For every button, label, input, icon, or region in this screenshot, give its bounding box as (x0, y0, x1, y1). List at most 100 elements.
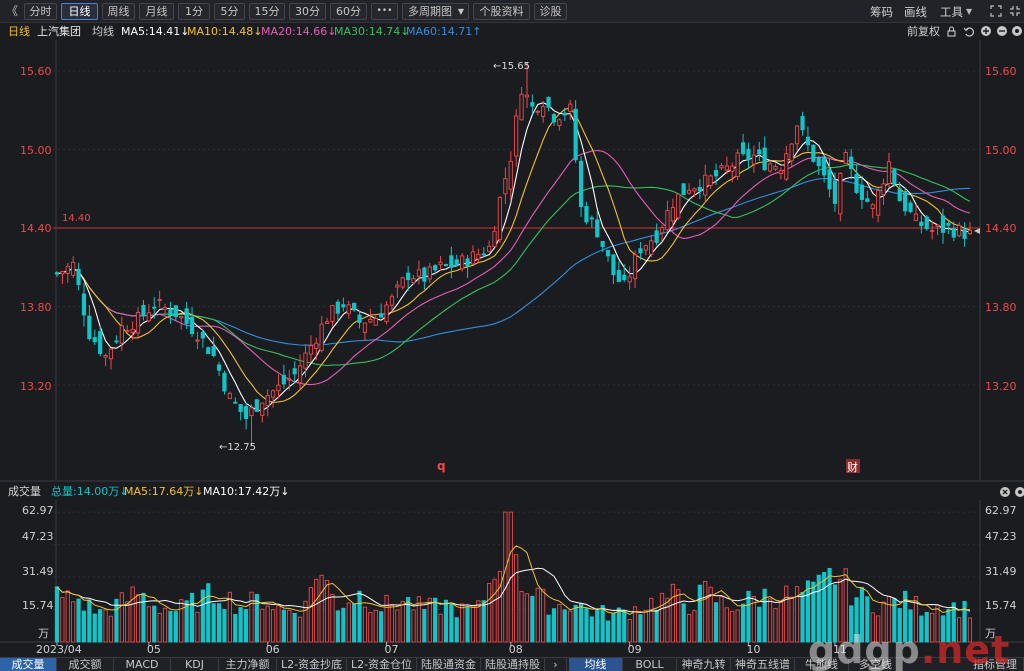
volume-tick-right: 47.23 (985, 530, 1017, 543)
tab-ma[interactable]: 均线 (569, 658, 623, 671)
volume-bar-down (211, 603, 216, 643)
tab-nine-turn[interactable]: 神奇九转 (677, 658, 731, 671)
candle-down (654, 230, 659, 243)
ma10-line (56, 107, 971, 404)
volume-tick-right: 62.97 (985, 504, 1017, 517)
candle-up (270, 390, 276, 398)
candle-down (740, 142, 746, 154)
volume-bar-up (146, 606, 151, 643)
candle-down (713, 170, 719, 177)
tab-northbound-hold[interactable]: 陆股通持股 (481, 658, 545, 671)
tab-15min[interactable]: 15分 (249, 3, 285, 20)
tab-1min[interactable]: 1分 (178, 3, 210, 20)
volume-tick-left: 31.49 (22, 565, 54, 578)
candle-down (865, 198, 870, 202)
tab-five-line[interactable]: 神奇五线谱 (731, 658, 795, 671)
zoom-out-icon[interactable] (996, 25, 1008, 37)
tab-northbound-fund[interactable]: 陆股通资金 (417, 658, 481, 671)
volume-tick-left: 15.74 (22, 599, 54, 612)
volume-bar-down (238, 607, 243, 643)
candle-down (546, 97, 551, 108)
tab-30min[interactable]: 30分 (289, 3, 326, 20)
tab-weekly[interactable]: 周线 (102, 3, 135, 20)
candle-up (767, 163, 773, 172)
draw-line-button[interactable]: 画线 (904, 4, 927, 20)
tab-daily[interactable]: 日线 (61, 3, 98, 20)
candle-down (805, 136, 811, 146)
settings-icon[interactable] (1011, 25, 1023, 37)
volume-bar-up (470, 604, 476, 643)
expand-icon[interactable] (990, 5, 1002, 17)
candle-up (957, 225, 962, 237)
tab-boll[interactable]: BOLL (623, 658, 677, 671)
candle-up (935, 224, 940, 227)
volume-bar-down (443, 599, 449, 643)
tab-fenshi[interactable]: 分时 (24, 3, 57, 20)
shrink-icon[interactable] (1009, 5, 1021, 17)
volume-bar-up (427, 597, 432, 643)
candle-up (71, 261, 76, 276)
candle-up (249, 407, 254, 417)
price-chart[interactable]: 15.60 15.00 14.40 13.80 13.20 15.60 15.0… (0, 40, 1024, 482)
volume-bar-down (638, 614, 643, 643)
candle-down (811, 144, 816, 162)
tab-main-net[interactable]: 主力净额 (219, 658, 277, 671)
tab-l2-position[interactable]: L2-资金仓位 (347, 658, 417, 671)
tools-dropdown-icon[interactable]: ▼ (966, 3, 972, 20)
diagnose-button[interactable]: 诊股 (534, 3, 567, 20)
price-tick-left: 14.40 (20, 222, 52, 235)
ma-label[interactable]: 均线 (92, 23, 114, 40)
tabs-scroll-right-icon[interactable]: › (545, 658, 567, 671)
candle-up (65, 265, 70, 274)
more-periods-button[interactable]: ••• (371, 3, 398, 20)
volume-bar-up (535, 587, 540, 643)
candle-up (703, 174, 708, 196)
volume-bar-down (713, 602, 719, 643)
stock-info-button[interactable]: 个股资料 (473, 3, 530, 20)
tab-macd[interactable]: MACD (114, 658, 171, 671)
legend-ma10: MA10:14.48↓ (187, 25, 263, 38)
legend-ma30: MA30:14.74↓ (334, 25, 410, 38)
price-tick-right: 14.40 (985, 222, 1017, 235)
tab-volume[interactable]: 成交量 (0, 658, 57, 671)
volume-bar-down (292, 612, 297, 643)
volume-bar-down (216, 603, 222, 643)
tab-60min[interactable]: 60分 (330, 3, 367, 20)
tab-turnover[interactable]: 成交额 (57, 658, 114, 671)
tab-monthly[interactable]: 月线 (139, 3, 174, 20)
candle-down (919, 221, 924, 227)
volume-bar-up (179, 599, 184, 643)
candle-down (292, 368, 297, 375)
zoom-in-icon[interactable] (980, 25, 992, 37)
candle-down (54, 272, 60, 275)
price-tick-left: 13.80 (20, 301, 52, 314)
stock-name[interactable]: 上汽集团 (37, 23, 81, 40)
watermark: gdgp.net (808, 628, 1010, 671)
lock-icon[interactable] (946, 26, 957, 37)
multi-period-dropdown[interactable]: 多周期图 ▼ (402, 3, 469, 20)
candle-up (389, 295, 395, 306)
volume-bar-up (676, 589, 681, 643)
candle-down (406, 272, 411, 281)
undo-icon[interactable] (963, 26, 974, 37)
back-icon[interactable]: 《 (6, 3, 18, 20)
tab-l2-bottom[interactable]: L2-资金抄底 (277, 658, 347, 671)
candle-up (470, 251, 476, 265)
high-price-label: ←15.65 (493, 61, 530, 72)
candle-up (724, 165, 729, 171)
volume-bar-up (330, 593, 335, 643)
volume-bar-down (578, 603, 584, 643)
adjust-mode[interactable]: 前复权 (907, 23, 940, 40)
tools-button[interactable]: 工具 (940, 4, 963, 20)
tab-5min[interactable]: 5分 (214, 3, 245, 20)
candle-up (487, 245, 492, 252)
chip-distribution-button[interactable]: 筹码 (870, 4, 893, 20)
price-tick-left: 15.60 (20, 65, 52, 78)
tab-kdj[interactable]: KDJ (171, 658, 219, 671)
volume-bar-down (335, 610, 340, 643)
candle-down (216, 364, 222, 371)
candle-up (794, 125, 800, 145)
ref-line-label: 14.40 (62, 213, 91, 224)
volume-bar-down (681, 603, 686, 643)
candlesticks[interactable] (54, 62, 973, 446)
